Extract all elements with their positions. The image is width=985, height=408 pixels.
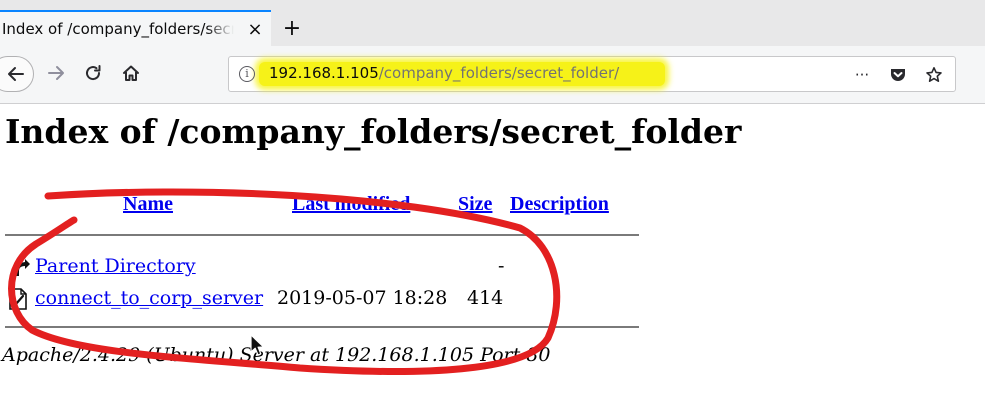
column-header-last-modified[interactable]: Last modified xyxy=(292,193,410,216)
navigation-toolbar: i 192.168.1.105/company_folders/secret_f… xyxy=(0,46,985,104)
reload-button[interactable] xyxy=(80,60,106,86)
list-item-modified: 2019-05-07 18:28 xyxy=(277,287,448,309)
file-icon xyxy=(9,288,27,310)
close-tab-icon[interactable]: × xyxy=(244,18,266,40)
url-actions: ··· xyxy=(851,64,945,86)
bookmark-star-icon[interactable] xyxy=(923,64,945,86)
list-item-link[interactable]: connect_to_corp_server xyxy=(35,287,263,309)
url-bar[interactable]: i 192.168.1.105/company_folders/secret_f… xyxy=(228,56,956,92)
column-header-size[interactable]: Size xyxy=(458,193,492,216)
reload-icon xyxy=(86,65,101,81)
header-divider xyxy=(5,234,639,236)
tab-active[interactable]: Index of /company_folders/secret_folder/… xyxy=(0,10,271,46)
mouse-cursor-icon xyxy=(250,334,265,356)
forward-arrow-icon xyxy=(48,66,64,80)
page-title: Index of /company_folders/secret_folder xyxy=(5,112,742,151)
list-item-size: - xyxy=(498,255,505,277)
info-icon[interactable]: i xyxy=(239,66,255,82)
home-icon xyxy=(123,65,139,81)
forward-button[interactable] xyxy=(43,60,69,86)
back-arrow-icon xyxy=(8,67,24,81)
pocket-icon[interactable] xyxy=(887,64,909,86)
column-header-name[interactable]: Name xyxy=(123,193,173,216)
url-text[interactable]: 192.168.1.105/company_folders/secret_fol… xyxy=(269,64,619,82)
column-header-description[interactable]: Description xyxy=(510,193,609,216)
list-item-size: 414 xyxy=(467,287,504,309)
footer-divider xyxy=(5,326,639,328)
url-path: /company_folders/secret_folder/ xyxy=(378,64,620,82)
new-tab-button[interactable]: + xyxy=(279,15,305,41)
page-actions-menu-icon[interactable]: ··· xyxy=(851,64,873,86)
tab-strip: Index of /company_folders/secret_folder/… xyxy=(0,0,985,46)
tab-title: Index of /company_folders/secret_folder/ xyxy=(2,20,234,38)
server-signature: Apache/2.4.29 (Ubuntu) Server at 192.168… xyxy=(2,344,551,366)
list-item-link[interactable]: Parent Directory xyxy=(35,255,196,277)
url-host: 192.168.1.105 xyxy=(269,64,379,82)
back-folder-icon xyxy=(12,259,30,276)
back-button[interactable] xyxy=(0,56,34,92)
home-button[interactable] xyxy=(118,60,144,86)
